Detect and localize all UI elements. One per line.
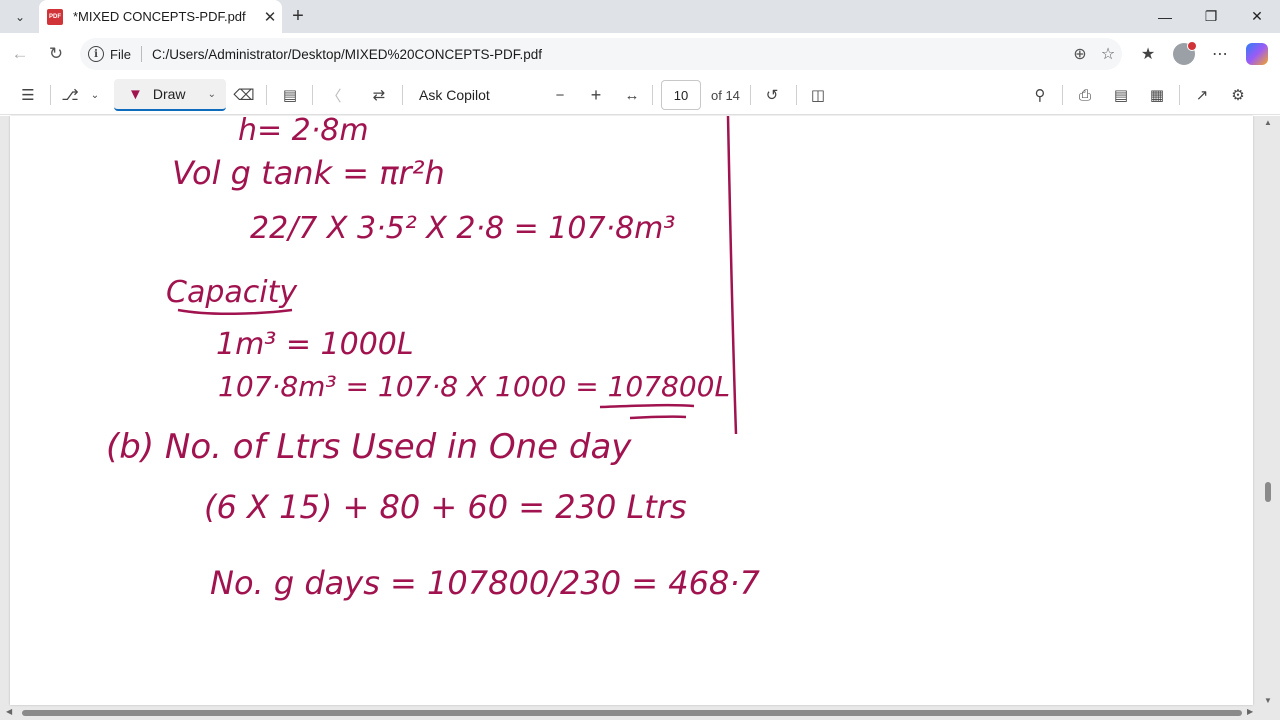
tab-close-icon[interactable]: ✕ <box>258 5 282 29</box>
search-icon[interactable]: ⚲ <box>1026 81 1054 109</box>
translate-icon[interactable]: ⇄ <box>364 81 394 109</box>
settings-gear-icon[interactable]: ⚙ <box>1224 81 1252 109</box>
ink-line: (6 X 15) + 80 + 60 = 230 Ltrs <box>204 488 687 526</box>
avatar <box>1173 41 1197 65</box>
info-icon[interactable]: i <box>88 46 104 62</box>
read-aloud-icon[interactable]: 〈 <box>320 81 348 109</box>
answer-underline <box>629 415 687 420</box>
toolbar-divider <box>266 85 267 105</box>
handwritten-ink: h= 2·8m Vol g tank = πr²h 22/7 X 3·5² X … <box>106 116 760 602</box>
toolbar-divider <box>50 85 51 105</box>
pen-icon: ▼ <box>128 85 143 103</box>
highlight-options-chevron-down-icon[interactable]: ⌄ <box>86 81 104 109</box>
toolbar-divider <box>652 85 653 105</box>
save-as-icon[interactable]: ▦ <box>1143 81 1171 109</box>
browser-tab[interactable]: PDF *MIXED CONCEPTS-PDF.pdf ✕ <box>39 0 282 33</box>
ink-line: h= 2·8m <box>238 116 369 148</box>
copilot-icon <box>1246 43 1268 65</box>
minimize-icon[interactable]: — <box>1142 0 1188 33</box>
toolbar-divider <box>312 85 313 105</box>
scroll-down-icon[interactable]: ▼ <box>1264 696 1272 705</box>
ink-line: No. g days = 107800/230 = 468·7 <box>210 564 760 602</box>
pdf-page[interactable]: h= 2·8m Vol g tank = πr²h 22/7 X 3·5² X … <box>10 116 1253 705</box>
ink-line: 22/7 X 3·5² X 2·8 = 107·8m³ <box>250 211 675 246</box>
eraser-icon[interactable]: ⌫ <box>230 81 258 109</box>
url-text[interactable]: C:/Users/Administrator/Desktop/MIXED%20C… <box>152 47 1066 62</box>
window-close-icon[interactable]: ✕ <box>1234 0 1280 33</box>
restore-icon[interactable]: ❐ <box>1188 0 1234 33</box>
toolbar-divider <box>750 85 751 105</box>
pdf-toolbar: ☰ ⎇ ⌄ ▼ Draw ⌄ ⌫ ▤ 〈 ⇄ Ask Copilot − + ↔… <box>0 75 1280 115</box>
scroll-right-icon[interactable]: ▶ <box>1247 707 1253 716</box>
toolbar-divider <box>1062 85 1063 105</box>
page-view-icon[interactable]: ◫ <box>804 81 832 109</box>
ink-line: 107·8m³ = 107·8 X 1000 = 107800L <box>218 370 730 403</box>
page-count: of 14 <box>711 87 740 103</box>
refresh-icon[interactable]: ↻ <box>42 40 70 68</box>
draw-label: Draw <box>152 86 186 102</box>
pdf-viewer[interactable]: h= 2·8m Vol g tank = πr²h 22/7 X 3·5² X … <box>0 116 1280 720</box>
horizontal-scroll-thumb[interactable] <box>22 710 1242 716</box>
favorites-icon[interactable]: ★ <box>1134 40 1162 68</box>
toolbar-divider <box>796 85 797 105</box>
back-arrow-icon[interactable]: ← <box>6 40 34 68</box>
new-tab-plus-icon[interactable]: + <box>286 4 310 28</box>
ink-line: Vol g tank = πr²h <box>172 154 445 192</box>
ink-line: Capacity <box>166 275 298 310</box>
profile-button[interactable] <box>1170 40 1198 68</box>
zoom-out-minus-icon[interactable]: − <box>546 81 574 109</box>
address-divider <box>140 46 142 62</box>
contents-list-icon[interactable]: ☰ <box>14 81 42 109</box>
zoom-in-plus-icon[interactable]: + <box>582 81 610 109</box>
save-icon[interactable]: ▤ <box>1107 81 1135 109</box>
favorite-star-icon[interactable]: ☆ <box>1094 40 1122 68</box>
tab-actions-chevron-down-icon[interactable]: ⌄ <box>8 5 32 29</box>
vertical-scrollbar[interactable]: ▲ ▼ <box>1260 116 1276 705</box>
text-box-icon[interactable]: ▤ <box>276 81 304 109</box>
copilot-button[interactable] <box>1243 40 1271 68</box>
full-screen-icon[interactable]: ↗ <box>1188 81 1216 109</box>
toolbar-divider <box>1179 85 1180 105</box>
scheme-label: File <box>110 46 131 62</box>
page-number-input[interactable]: 10 <box>661 80 701 110</box>
scroll-left-icon[interactable]: ◀ <box>6 707 12 716</box>
address-bar[interactable]: i File C:/Users/Administrator/Desktop/MI… <box>80 38 1122 70</box>
toolbar-divider <box>402 85 403 105</box>
more-options-icon[interactable]: ⋯ <box>1206 40 1234 68</box>
title-bar: ⌄ PDF *MIXED CONCEPTS-PDF.pdf ✕ + — ❐ ✕ <box>0 0 1280 33</box>
address-row: ← ↻ i File C:/Users/Administrator/Deskto… <box>0 33 1280 75</box>
print-icon[interactable]: ⎙ <box>1071 81 1099 109</box>
fit-width-icon[interactable]: ↔ <box>618 81 646 109</box>
ink-line: (b) No. of Ltrs Used in One day <box>106 427 632 467</box>
horizontal-scrollbar[interactable]: ◀ ▶ <box>0 705 1260 720</box>
zoom-icon[interactable]: ⊕ <box>1066 40 1094 68</box>
vertical-scroll-thumb[interactable] <box>1265 482 1271 502</box>
scroll-up-icon[interactable]: ▲ <box>1264 118 1272 127</box>
tab-title: *MIXED CONCEPTS-PDF.pdf <box>73 9 246 24</box>
answer-underline <box>599 403 695 409</box>
draw-button[interactable]: ▼ Draw ⌄ <box>114 79 226 111</box>
capacity-underline <box>177 308 293 316</box>
pdf-file-icon: PDF <box>47 8 63 25</box>
ink-line: 1m³ = 1000L <box>216 327 414 362</box>
ask-copilot-button[interactable]: Ask Copilot <box>419 81 490 109</box>
rotate-icon[interactable]: ↺ <box>758 81 786 109</box>
draw-options-chevron-down-icon[interactable]: ⌄ <box>208 89 216 100</box>
highlight-icon[interactable]: ⎇ <box>56 81 84 109</box>
